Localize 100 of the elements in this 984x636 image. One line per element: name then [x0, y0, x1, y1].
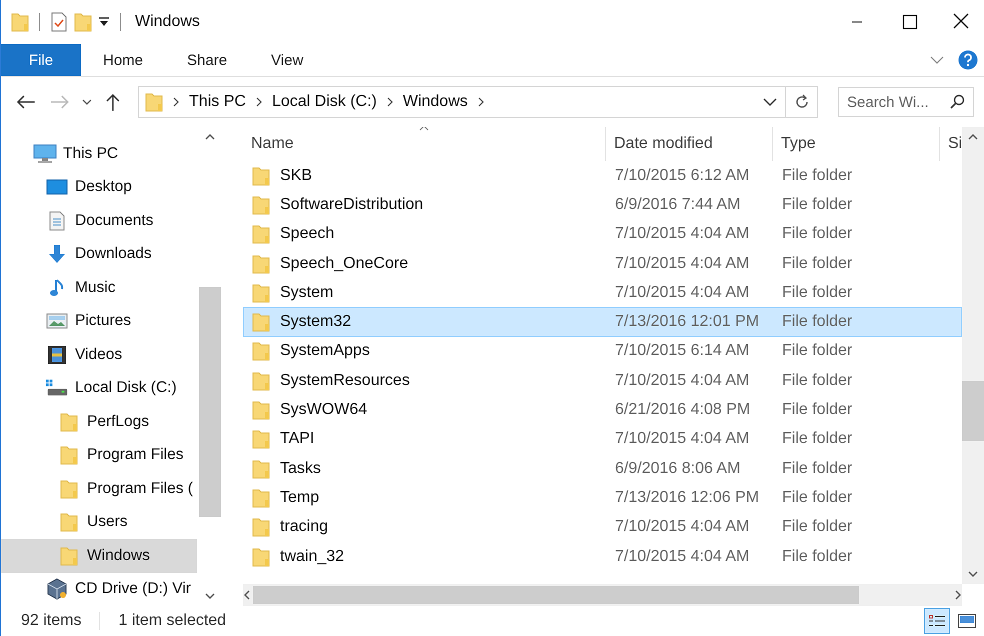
date-modified: 6/21/2016 4:08 PM	[614, 401, 752, 420]
file-row[interactable]: Tasks 6/9/2016 8:06 AM File folder	[243, 454, 962, 484]
date-modified: 7/10/2015 6:12 AM	[614, 166, 750, 185]
folder-icon	[252, 194, 270, 215]
sidebar-item[interactable]: Local Disk (C:)	[1, 372, 197, 405]
sidebar-item[interactable]: PerfLogs	[1, 405, 197, 438]
date-modified: 7/10/2015 4:04 AM	[614, 225, 750, 244]
sidebar-item[interactable]: Desktop	[1, 170, 197, 204]
date-modified: 7/10/2015 4:04 AM	[614, 548, 750, 566]
file-row[interactable]: System 7/10/2015 4:04 AM File folder	[243, 278, 962, 308]
file-type: File folder	[781, 548, 854, 566]
file-type: File folder	[781, 342, 854, 360]
folder-icon	[60, 546, 78, 566]
ribbon-tab[interactable]: Share	[165, 44, 250, 76]
chevron-down-icon[interactable]	[763, 97, 778, 107]
column-header[interactable]: Name	[243, 127, 606, 161]
date-modified: 7/10/2015 4:04 AM	[614, 254, 750, 273]
refresh-button[interactable]	[786, 86, 818, 118]
drive-icon	[45, 378, 69, 398]
date-modified: 7/10/2015 4:04 AM	[614, 430, 750, 448]
folder-icon	[252, 312, 270, 332]
chevron-up-icon[interactable]	[205, 133, 215, 141]
folder-icon	[252, 458, 270, 479]
file-name: SoftwareDistribution	[280, 196, 424, 214]
breadcrumb-item[interactable]: Local Disk (C:)	[272, 93, 377, 111]
folder-icon	[252, 254, 270, 274]
file-type: File folder	[781, 166, 854, 185]
file-name: SystemResources	[280, 372, 410, 390]
folder-icon	[252, 341, 270, 362]
file-row[interactable]: twain_32 7/10/2015 4:04 AM File folder	[243, 542, 962, 572]
sidebar-item[interactable]: Music	[1, 271, 197, 304]
sidebar-item[interactable]: Videos	[1, 338, 197, 372]
column-header[interactable]: Date modified	[606, 127, 773, 161]
folder-icon	[60, 412, 78, 432]
selection-count: 1 item selected	[118, 612, 226, 630]
file-row[interactable]: SoftwareDistribution 6/9/2016 7:44 AM File folder	[243, 190, 962, 220]
chevron-right-icon[interactable]	[386, 97, 394, 107]
search-field[interactable]: Search Wi...	[838, 87, 974, 117]
address-bar[interactable]: This PC Local Disk (C:) Windows	[138, 86, 786, 118]
checklist-icon[interactable]	[50, 12, 68, 32]
folder-icon	[252, 488, 270, 508]
folder-icon	[145, 92, 164, 112]
file-name: Tasks	[280, 460, 321, 478]
column-header[interactable]: Type	[773, 127, 940, 161]
sidebar-item[interactable]: Downloads	[1, 238, 197, 271]
scrollbar-thumb[interactable]	[962, 381, 984, 441]
window-title: Windows	[135, 13, 200, 31]
ribbon-tab[interactable]: View	[249, 44, 326, 76]
breadcrumb-item[interactable]: Windows	[402, 93, 468, 111]
chevron-left-icon[interactable]	[243, 590, 251, 600]
folder-icon	[252, 370, 270, 391]
file-name: SysWOW64	[280, 401, 368, 420]
sidebar-item[interactable]: Users	[1, 506, 197, 539]
folder-icon	[252, 429, 270, 450]
file-row[interactable]: SystemApps 7/10/2015 6:14 AM File folder	[243, 336, 962, 366]
sidebar-item[interactable]: Program Files	[1, 438, 197, 472]
scrollbar-thumb[interactable]	[199, 287, 221, 517]
caret-icon[interactable]	[98, 16, 110, 28]
date-modified: 7/13/2016 12:01 PM	[614, 313, 760, 332]
breadcrumb-item[interactable]: This PC	[189, 93, 246, 111]
scrollbar[interactable]	[962, 127, 984, 584]
caret-icon[interactable]	[82, 98, 92, 106]
chevron-down-icon[interactable]	[968, 570, 978, 578]
file-row[interactable]: Speech_OneCore 7/10/2015 4:04 AM File folder	[243, 248, 962, 278]
file-type: File folder	[781, 372, 854, 390]
pc-icon	[33, 144, 57, 164]
sidebar-item[interactable]: Documents	[1, 204, 197, 238]
file-row[interactable]: Speech 7/10/2015 4:04 AM File folder	[243, 220, 962, 249]
sidebar-item[interactable]: Pictures	[1, 304, 197, 338]
chevron-down-icon[interactable]	[205, 592, 215, 600]
file-name: tracing	[280, 518, 328, 536]
file-row[interactable]: SystemResources 7/10/2015 4:04 AM File folder	[243, 366, 962, 396]
back-arrow-icon[interactable]	[15, 93, 37, 111]
ribbon-tab[interactable]: Home	[81, 44, 166, 76]
date-modified: 7/10/2015 4:04 AM	[614, 518, 750, 536]
sidebar-item[interactable]: Program Files (	[1, 472, 197, 506]
scrollbar[interactable]	[243, 584, 962, 606]
file-row[interactable]: SKB 7/10/2015 6:12 AM File folder	[243, 161, 962, 190]
column-header[interactable]: Si	[940, 127, 961, 161]
chevron-right-icon[interactable]	[954, 590, 962, 600]
file-row[interactable]: tracing 7/10/2015 4:04 AM File folder	[243, 512, 962, 542]
chevron-right-icon[interactable]	[172, 97, 180, 107]
scrollbar-thumb[interactable]	[253, 586, 859, 604]
date-modified: 7/10/2015 4:04 AM	[614, 284, 750, 302]
chevron-right-icon[interactable]	[476, 97, 485, 107]
film-strip-icon	[47, 344, 67, 365]
file-row[interactable]: SysWOW64 6/21/2016 4:08 PM File folder	[243, 395, 962, 425]
view-button[interactable]	[924, 608, 950, 634]
sidebar-item[interactable]: Windows	[1, 539, 197, 572]
ribbon-tab[interactable]: File	[1, 44, 81, 76]
help-icon[interactable]	[958, 50, 978, 70]
file-type: File folder	[781, 254, 854, 273]
chevron-up-icon[interactable]	[968, 133, 978, 141]
sidebar-item[interactable]: This PC	[1, 137, 197, 170]
date-modified: 7/10/2015 4:04 AM	[614, 372, 750, 390]
file-row[interactable]: Temp 7/13/2016 12:06 PM File folder	[243, 483, 962, 513]
file-row[interactable]: TAPI 7/10/2015 4:04 AM File folder	[243, 424, 962, 454]
sidebar-item[interactable]: CD Drive (D:) Vir	[1, 572, 197, 606]
chevron-right-icon[interactable]	[254, 97, 263, 107]
file-row[interactable]: System32 7/13/2016 12:01 PM File folder	[243, 307, 962, 337]
